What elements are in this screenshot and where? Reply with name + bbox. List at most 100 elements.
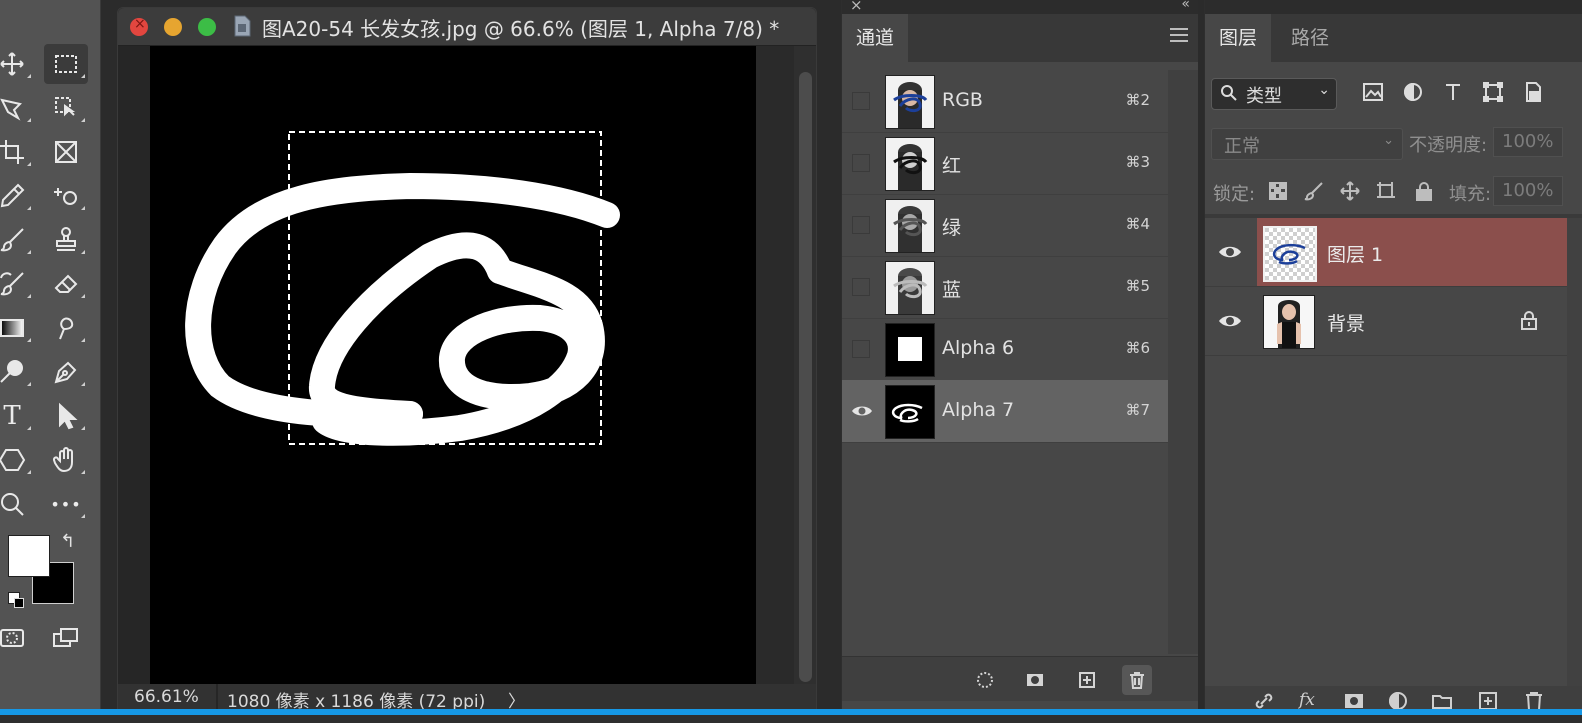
path-select-tool[interactable] <box>44 396 88 436</box>
layer-row-background[interactable]: 背景 <box>1205 287 1582 356</box>
adjustment-icon <box>1404 82 1422 102</box>
zoom-window-button[interactable] <box>198 18 216 36</box>
filter-smart-objects[interactable] <box>1521 80 1547 106</box>
channel-visibility-toggle[interactable] <box>852 340 870 358</box>
history-brush-tool[interactable] <box>0 264 34 304</box>
brush-tool[interactable] <box>0 220 34 260</box>
channel-row-rgb[interactable]: RGB ⌘2 <box>842 70 1168 133</box>
fill-label: 填充: <box>1449 184 1492 205</box>
smudge-icon <box>59 317 74 340</box>
move-tool[interactable] <box>0 44 34 84</box>
rectangle-marquee-icon <box>55 55 77 73</box>
tab-layers[interactable]: 图层 <box>1205 14 1272 62</box>
image-canvas[interactable] <box>150 46 756 684</box>
eye-icon[interactable] <box>1217 311 1243 331</box>
blend-mode-select[interactable]: 正常 ⌄ <box>1211 128 1403 160</box>
load-selection-button[interactable] <box>970 665 1000 695</box>
delete-channel-icon <box>1130 672 1144 689</box>
channel-row-green[interactable]: 绿 ⌘4 <box>842 194 1168 257</box>
filter-type-layers[interactable] <box>1441 80 1467 106</box>
move-icon <box>0 52 24 76</box>
layer-name[interactable]: 背景 <box>1327 309 1365 336</box>
frame-tool[interactable] <box>44 132 88 172</box>
object-select-tool[interactable] <box>44 88 88 128</box>
channel-visibility-toggle[interactable] <box>852 278 870 296</box>
shape-tool[interactable] <box>0 440 34 480</box>
quick-mask-button[interactable] <box>0 618 34 658</box>
stamp-tool[interactable] <box>44 220 88 260</box>
dodge-tool[interactable] <box>0 352 34 392</box>
channel-visibility-toggle[interactable] <box>852 216 870 234</box>
channel-row-blue[interactable]: 蓝 ⌘5 <box>842 256 1168 319</box>
new-group-button[interactable] <box>1431 690 1455 710</box>
zoom-tool[interactable] <box>0 484 34 524</box>
smart-object-icon <box>1526 82 1541 102</box>
link-layers-button[interactable] <box>1253 690 1277 710</box>
foreground-color-swatch-top[interactable] <box>8 535 50 577</box>
close-panel-icon[interactable]: × <box>850 0 863 14</box>
vertical-scrollbar[interactable] <box>794 46 816 684</box>
layer-row-layer-1[interactable]: 图层 1 <box>1205 218 1582 287</box>
type-tool[interactable]: T <box>0 396 34 436</box>
filter-pixel-layers[interactable] <box>1361 80 1387 106</box>
lock-icon[interactable] <box>1519 309 1539 331</box>
hand-tool[interactable] <box>44 440 88 480</box>
lock-image-pixels[interactable] <box>1303 180 1327 204</box>
layer-thumbnail <box>1263 295 1315 349</box>
tab-paths[interactable]: 路径 <box>1277 14 1343 62</box>
channels-scrollbar[interactable] <box>1168 70 1198 654</box>
lock-artboard[interactable] <box>1375 180 1399 204</box>
close-window-button[interactable] <box>130 16 148 36</box>
fill-input[interactable]: 100% <box>1493 176 1563 206</box>
default-colors-icon[interactable] <box>8 592 24 608</box>
crop-tool[interactable] <box>0 132 34 172</box>
save-selection-button[interactable] <box>1020 665 1050 695</box>
fx-button[interactable]: fx <box>1299 690 1323 710</box>
minimize-window-button[interactable] <box>164 18 182 36</box>
eye-icon[interactable] <box>1217 242 1243 262</box>
collapse-panel-icon[interactable]: « <box>1181 0 1190 12</box>
zoom-level[interactable]: 66.61% <box>134 687 199 707</box>
filter-adjustment-layers[interactable] <box>1401 80 1427 106</box>
move-icon <box>1340 181 1360 201</box>
eye-icon[interactable] <box>850 401 874 421</box>
channel-row-red[interactable]: 红 ⌘3 <box>842 132 1168 195</box>
delete-layer-button[interactable] <box>1523 690 1547 711</box>
new-channel-button[interactable] <box>1072 665 1102 695</box>
eraser-tool[interactable] <box>44 264 88 304</box>
channel-visibility-toggle[interactable] <box>852 154 870 172</box>
document-window: 图A20-54 长发女孩.jpg @ 66.6% (图层 1, Alpha 7/… <box>117 7 817 712</box>
lock-transparent-pixels[interactable] <box>1267 180 1291 204</box>
eyedropper-tool[interactable] <box>0 176 34 216</box>
stamp-icon <box>56 227 76 251</box>
layers-scrollbar[interactable] <box>1567 218 1582 686</box>
spot-heal-tool[interactable] <box>44 176 88 216</box>
smudge-tool[interactable] <box>44 308 88 348</box>
history-brush-icon <box>0 272 24 296</box>
marquee-tool[interactable] <box>44 44 88 84</box>
tab-channels[interactable]: 通道 <box>842 14 909 62</box>
new-channel-icon <box>1079 672 1095 688</box>
more-tools[interactable]: ••• <box>44 484 88 524</box>
channel-visibility-toggle[interactable] <box>852 92 870 110</box>
swap-colors-icon[interactable]: ↰ <box>60 531 75 552</box>
layer-name[interactable]: 图层 1 <box>1327 240 1383 267</box>
filter-shape-layers[interactable] <box>1481 80 1507 106</box>
adjustment-layer-button[interactable] <box>1387 690 1411 711</box>
lasso-tool[interactable] <box>0 88 34 128</box>
screen-mode-button[interactable] <box>44 618 88 658</box>
image-icon <box>1363 83 1383 101</box>
gradient-tool[interactable] <box>0 308 34 348</box>
new-layer-button[interactable] <box>1477 690 1501 710</box>
layer-filter-select[interactable]: 类型 ⌄ <box>1211 78 1337 110</box>
opacity-input[interactable]: 100% <box>1493 127 1563 157</box>
lock-position[interactable] <box>1339 180 1363 204</box>
channel-row-alpha-7[interactable]: Alpha 7 ⌘7 <box>842 380 1168 443</box>
add-mask-button[interactable] <box>1343 690 1367 710</box>
channel-row-alpha-6[interactable]: Alpha 6 ⌘6 <box>842 318 1168 381</box>
pen-tool[interactable] <box>44 352 88 392</box>
delete-channel-button[interactable] <box>1122 665 1152 695</box>
panel-menu-icon[interactable] <box>1170 28 1188 42</box>
vertical-scroll-thumb[interactable] <box>799 72 812 682</box>
lock-all[interactable] <box>1413 180 1437 204</box>
